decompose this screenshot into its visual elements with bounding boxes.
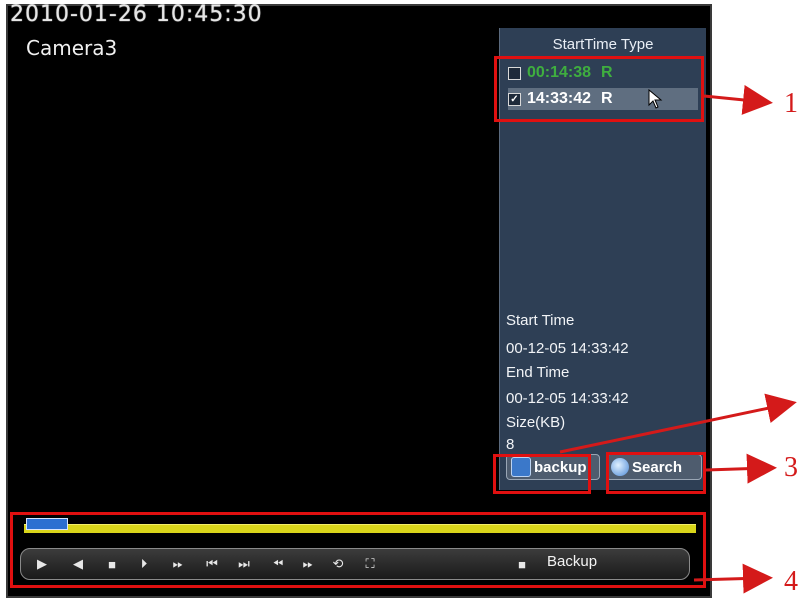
callout-arrows — [559, 84, 797, 594]
callout-number-1: 1 — [784, 88, 798, 119]
callout-number-4: 4 — [784, 566, 798, 597]
callout-number-3: 3 — [784, 452, 798, 483]
